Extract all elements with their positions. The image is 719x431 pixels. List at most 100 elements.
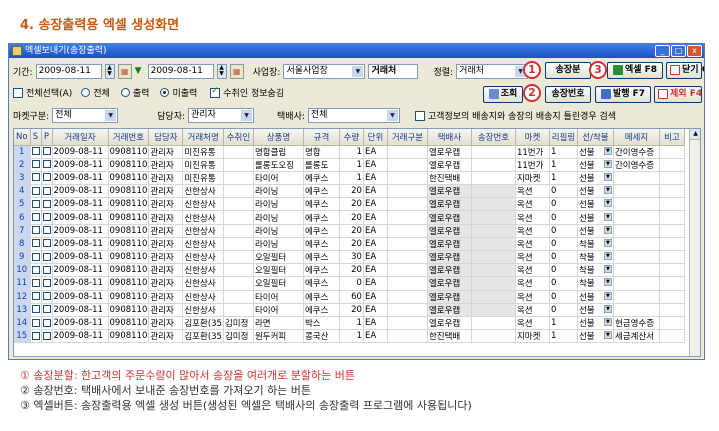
column-header[interactable]: 선/착불 bbox=[577, 129, 614, 146]
row-checkbox[interactable] bbox=[42, 147, 51, 156]
table-row[interactable]: 7 2009-08-11 0908110 관리자 신한상사 라이닝 에쿠스 20 EA 엘로우캡 옥… bbox=[14, 224, 685, 238]
row-checkbox[interactable] bbox=[31, 252, 40, 261]
row-checkbox[interactable] bbox=[42, 318, 51, 327]
dropdown-arrow-icon[interactable]: ▼ bbox=[603, 278, 612, 287]
table-cell[interactable]: 착불 ▼ bbox=[577, 276, 614, 291]
row-checkbox[interactable] bbox=[42, 292, 51, 301]
table-cell[interactable] bbox=[41, 184, 53, 199]
hide-receiver-checkbox[interactable] bbox=[210, 86, 221, 98]
column-header[interactable]: 마켓 bbox=[515, 129, 550, 146]
dropdown-arrow-icon[interactable]: ▼ bbox=[603, 225, 612, 234]
row-checkbox[interactable] bbox=[31, 199, 40, 208]
radio-all[interactable] bbox=[81, 88, 91, 97]
row-checkbox[interactable] bbox=[42, 186, 51, 195]
dropdown-arrow-icon[interactable]: ▼ bbox=[603, 291, 612, 300]
row-checkbox[interactable] bbox=[31, 331, 40, 340]
column-header[interactable]: 상품명 bbox=[253, 129, 304, 146]
column-header[interactable]: No bbox=[14, 129, 31, 146]
date-from-spinner[interactable]: ▲ ▼ bbox=[104, 64, 115, 79]
table-cell[interactable] bbox=[30, 276, 42, 291]
table-cell[interactable]: 선불 ▼ bbox=[577, 316, 614, 331]
column-header[interactable]: S bbox=[30, 129, 42, 146]
table-row[interactable]: 13 2009-08-11 0908110 관리자 신한상사 타이어 에쿠스 20 EA 엘로우캡… bbox=[14, 303, 685, 317]
vertical-scrollbar[interactable]: ▲ bbox=[689, 129, 700, 356]
column-header[interactable]: 수량 bbox=[339, 129, 364, 146]
table-cell[interactable] bbox=[30, 145, 42, 159]
column-header[interactable]: 수취인 bbox=[223, 129, 254, 146]
dropdown-arrow-icon[interactable]: ▼ bbox=[603, 265, 612, 274]
row-checkbox[interactable] bbox=[42, 331, 51, 340]
dropdown-arrow-icon[interactable]: ▼ bbox=[603, 212, 612, 221]
column-header[interactable]: 송장번호 bbox=[471, 129, 516, 146]
biz-select[interactable]: 서울사업장 bbox=[283, 64, 366, 79]
split-button[interactable]: 송장분 bbox=[545, 62, 591, 79]
table-cell[interactable] bbox=[30, 316, 42, 331]
dropdown-arrow-icon[interactable]: ▼ bbox=[603, 318, 612, 327]
close-button[interactable]: 닫기 C bbox=[666, 62, 704, 79]
dropdown-arrow-icon[interactable]: ▼ bbox=[603, 331, 612, 340]
column-header[interactable]: 단위 bbox=[363, 129, 388, 146]
table-cell[interactable] bbox=[41, 290, 53, 304]
table-row[interactable]: 2 2009-08-11 0908110 관리자 미진유통 롤롱도오징 롤롱도 1 EA 엘로우캡… bbox=[14, 158, 685, 172]
radio-unprinted[interactable] bbox=[160, 88, 170, 97]
scroll-up-icon[interactable]: ▲ bbox=[690, 129, 700, 140]
table-row[interactable]: 6 2009-08-11 0908110 관리자 신한상사 라이닝 에쿠스 20 EA 엘로우캡 옥… bbox=[14, 210, 685, 225]
row-checkbox[interactable] bbox=[42, 252, 51, 261]
address-mismatch-checkbox[interactable] bbox=[414, 110, 425, 121]
table-cell[interactable]: 선불 ▼ bbox=[577, 303, 614, 317]
table-cell[interactable] bbox=[30, 171, 42, 186]
date-to-spinner[interactable]: ▲ ▼ bbox=[216, 64, 227, 79]
column-header[interactable]: 메세지 bbox=[613, 129, 660, 146]
tracking-number-button[interactable]: 송장번호 bbox=[545, 86, 591, 103]
table-cell[interactable] bbox=[41, 329, 53, 344]
row-checkbox[interactable] bbox=[31, 318, 40, 327]
table-cell[interactable] bbox=[41, 316, 53, 331]
date-from-input[interactable]: 2009-08-11 bbox=[35, 64, 102, 79]
sort-field-input[interactable]: 거래처 bbox=[368, 64, 419, 79]
radio-printed[interactable] bbox=[120, 88, 130, 97]
table-cell[interactable] bbox=[41, 145, 53, 159]
table-cell[interactable] bbox=[30, 158, 42, 172]
table-cell[interactable] bbox=[30, 329, 42, 344]
table-cell[interactable] bbox=[41, 237, 53, 252]
table-cell[interactable] bbox=[41, 303, 53, 317]
table-cell[interactable]: 선불 ▼ bbox=[577, 210, 614, 225]
table-row[interactable]: 14 2009-08-11 0908110 관리자 김포환(35 김미정 라면 박스 1 EA 엘로… bbox=[14, 316, 685, 331]
column-header[interactable]: 담당자 bbox=[148, 129, 184, 146]
table-row[interactable]: 11 2009-08-11 0908110 관리자 신한상사 오일필터 에쿠스 0 EA 엘로우캡… bbox=[14, 276, 685, 291]
table-row[interactable]: 3 2009-08-11 0908110 관리자 미진유통 타이어 에쿠스 1 EA 한진택배 지마… bbox=[14, 171, 685, 186]
table-cell[interactable] bbox=[30, 303, 42, 317]
issue-button[interactable]: 발행 F7 bbox=[595, 86, 651, 103]
table-cell[interactable] bbox=[30, 224, 42, 238]
exclude-button[interactable]: 제외 F4 bbox=[654, 86, 702, 103]
table-cell[interactable] bbox=[41, 276, 53, 291]
table-cell[interactable]: 선불 ▼ bbox=[577, 224, 614, 238]
dropdown-arrow-icon[interactable]: ▼ bbox=[603, 186, 612, 195]
table-cell[interactable] bbox=[30, 237, 42, 252]
table-row[interactable]: 10 2009-08-11 0908110 관리자 신한상사 오일필터 에쿠스 20 EA 엘로우… bbox=[14, 263, 685, 278]
column-header[interactable]: 거래번호 bbox=[108, 129, 150, 146]
dropdown-arrow-icon[interactable]: ▼ bbox=[603, 172, 612, 181]
column-header[interactable]: 택배사 bbox=[427, 129, 472, 146]
row-checkbox[interactable] bbox=[42, 160, 51, 169]
dropdown-arrow-icon[interactable]: ▼ bbox=[603, 159, 612, 168]
table-cell[interactable]: 선불 ▼ bbox=[577, 171, 614, 186]
row-checkbox[interactable] bbox=[31, 173, 40, 182]
table-cell[interactable] bbox=[41, 263, 53, 278]
select-all-checkbox[interactable] bbox=[13, 87, 23, 98]
table-cell[interactable]: 착불 ▼ bbox=[577, 263, 614, 278]
table-cell[interactable] bbox=[30, 290, 42, 304]
row-checkbox[interactable] bbox=[42, 226, 51, 235]
table-row[interactable]: 5 2009-08-11 0908110 관리자 신한상사 라이닝 에쿠스 20 EA 엘로우캡 옥… bbox=[14, 197, 685, 212]
market-select[interactable]: 전체 bbox=[52, 108, 119, 123]
table-cell[interactable]: 선불 ▼ bbox=[577, 329, 614, 344]
arrow-down-icon[interactable]: ▼ bbox=[135, 64, 145, 79]
column-header[interactable]: 규격 bbox=[303, 129, 340, 146]
table-cell[interactable]: 선불 ▼ bbox=[577, 184, 614, 199]
table-cell[interactable]: 선불 ▼ bbox=[577, 197, 614, 212]
row-checkbox[interactable] bbox=[31, 147, 40, 156]
column-header[interactable]: P bbox=[41, 129, 53, 146]
table-cell[interactable] bbox=[41, 197, 53, 212]
table-cell[interactable] bbox=[41, 224, 53, 238]
maximize-button[interactable]: □ bbox=[671, 45, 686, 57]
